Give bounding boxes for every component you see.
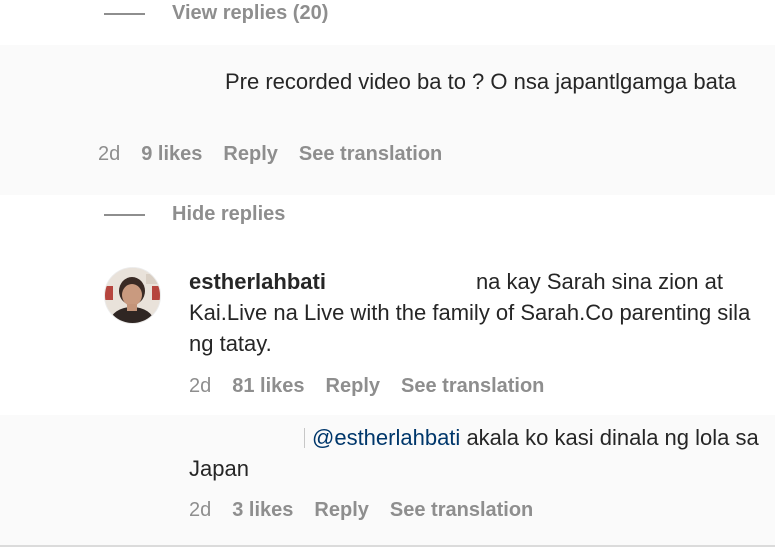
mention-link[interactable]: @estherlahbati xyxy=(312,425,460,450)
profile-photo-icon xyxy=(105,268,160,323)
comment-time: 2d xyxy=(98,143,121,165)
likes-count[interactable]: 9 likes xyxy=(141,143,202,166)
view-replies-button[interactable]: View replies (20) xyxy=(104,2,328,25)
see-translation-button[interactable]: See translation xyxy=(401,375,544,398)
comment-meta: 2d 3 likes Reply See translation xyxy=(189,499,554,522)
comment-time: 2d xyxy=(189,499,212,521)
comment-text: Pre recorded video ba to ? O nsa japantl… xyxy=(225,69,737,94)
thread-line xyxy=(104,12,145,15)
comment-time: 2d xyxy=(189,375,212,397)
reply-button[interactable]: Reply xyxy=(326,375,380,398)
comment-username[interactable]: estherlahbati xyxy=(189,269,326,294)
comment-text: estherlahbati na kay Sarah sina zion at K… xyxy=(189,266,769,359)
reply-button[interactable]: Reply xyxy=(223,143,277,166)
divider xyxy=(0,545,775,547)
view-replies-label: View replies (20) xyxy=(172,2,329,24)
likes-count[interactable]: 81 likes xyxy=(232,375,304,398)
text-cursor xyxy=(304,428,305,448)
see-translation-button[interactable]: See translation xyxy=(299,143,442,166)
comment-meta: 2d 9 likes Reply See translation xyxy=(98,143,463,166)
see-translation-button[interactable]: See translation xyxy=(390,499,533,522)
comment-text: @estherlahbati akala ko kasi dinala ng l… xyxy=(189,422,769,484)
avatar[interactable] xyxy=(104,267,161,324)
thread-line xyxy=(104,213,145,216)
hide-replies-label: Hide replies xyxy=(172,203,286,225)
comment-meta: 2d 81 likes Reply See translation xyxy=(189,375,565,398)
comment-body: akala ko kasi dinala ng lola sa Japan xyxy=(189,425,759,481)
reply-button[interactable]: Reply xyxy=(314,499,368,522)
hide-replies-button[interactable]: Hide replies xyxy=(104,203,285,226)
likes-count[interactable]: 3 likes xyxy=(232,499,293,522)
